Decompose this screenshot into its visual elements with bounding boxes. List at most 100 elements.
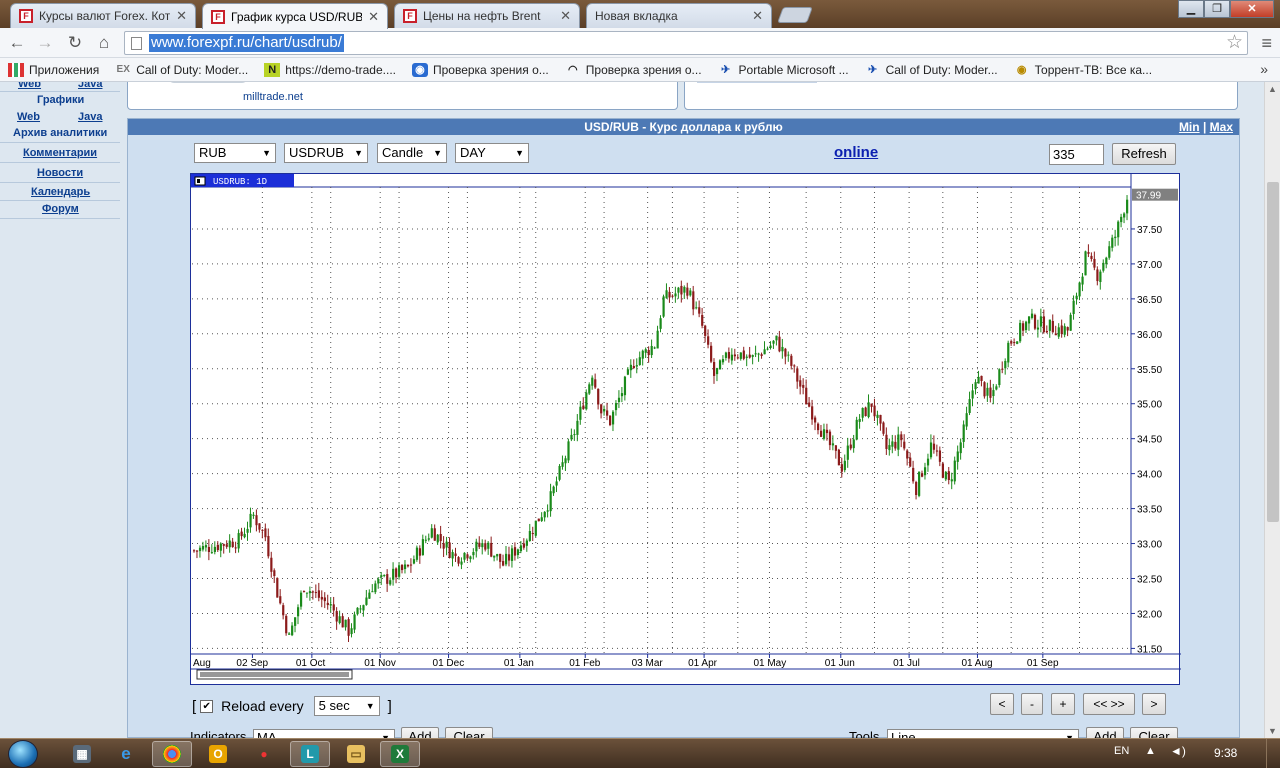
price-chart[interactable]: 37.50 37.00 36.50 36.00 35.50 35.00 34.50 34.00…	[190, 173, 1181, 685]
candle-body	[594, 379, 597, 388]
star-icon[interactable]: ☆	[1226, 32, 1243, 54]
chart-type-select[interactable]: Candle ▼	[377, 143, 447, 163]
pair-select[interactable]: USDRUB ▼	[284, 143, 368, 163]
scroll-up-icon[interactable]: ▲	[1268, 84, 1277, 94]
candle-body	[778, 336, 781, 352]
nav-web-link[interactable]: Web	[18, 82, 41, 90]
candle-body	[819, 430, 823, 437]
chevron-right-icon[interactable]: »	[1260, 61, 1268, 77]
window-close-icon[interactable]: ✕	[1230, 0, 1274, 18]
reload-interval-select[interactable]: 5 sec ▼	[313, 696, 380, 716]
add-indicator-button[interactable]: Add	[401, 727, 439, 738]
reload-icon[interactable]: ↻	[64, 32, 86, 54]
reload-checkbox[interactable]: ✔	[200, 699, 214, 713]
candle-body	[481, 543, 484, 548]
candle-count-input[interactable]: 335	[1049, 144, 1104, 165]
candle-body	[279, 596, 282, 604]
bookmark-item[interactable]: ◉ Торрент-ТВ: Все ка...	[1014, 63, 1152, 77]
lync-icon[interactable]: L	[290, 741, 330, 767]
close-icon[interactable]: ✕	[752, 8, 763, 24]
start-button[interactable]	[8, 740, 38, 768]
bookmark-item[interactable]: ◠ Проверка зрения о...	[565, 63, 702, 77]
tray-expand-icon[interactable]: ▲	[1145, 745, 1156, 757]
bookmark-item[interactable]: ✈ Portable Microsoft ...	[718, 63, 849, 77]
nav-web-link[interactable]: Web	[17, 111, 40, 123]
tab-brent-oil[interactable]: F Цены на нефть Brent ✕	[394, 3, 580, 28]
tools-select[interactable]: Line ▼	[887, 729, 1079, 738]
nav-news-link[interactable]: Новости	[37, 167, 83, 179]
scroll-right-button[interactable]: >	[1142, 693, 1166, 715]
scroll-left-button[interactable]: <	[990, 693, 1014, 715]
period-value: DAY	[460, 145, 486, 160]
candle-body	[484, 543, 487, 550]
candle-body	[704, 325, 707, 336]
candle-body	[713, 362, 716, 376]
language-indicator[interactable]: EN	[1114, 745, 1129, 757]
candle-body	[748, 354, 751, 358]
nav-archive-heading[interactable]: Архив аналитики	[13, 127, 107, 139]
close-icon[interactable]: ✕	[560, 8, 571, 24]
min-max-links: Min | Max	[1179, 119, 1233, 135]
menu-icon[interactable]: ≡	[1261, 32, 1272, 54]
clear-indicators-button[interactable]: Clear	[445, 727, 493, 738]
zoom-out-button[interactable]: -	[1021, 693, 1043, 715]
candle-body	[1063, 326, 1066, 335]
bookmark-apps[interactable]: Приложения	[8, 62, 99, 77]
scroll-down-icon[interactable]: ▼	[1268, 726, 1277, 736]
nav-calendar-link[interactable]: Календарь	[31, 186, 90, 198]
show-desktop-button[interactable]	[1266, 739, 1280, 768]
office-icon[interactable]: O	[198, 741, 238, 767]
tab-forex-quotes[interactable]: F Курсы валют Forex. Коти ✕	[10, 3, 196, 28]
maximize-icon[interactable]: ❐	[1204, 0, 1230, 18]
min-link[interactable]: Min	[1179, 120, 1200, 134]
clear-tools-button[interactable]: Clear	[1130, 727, 1178, 738]
bookmark-item[interactable]: ✈ Call of Duty: Moder...	[865, 63, 998, 77]
candle-body	[923, 467, 927, 476]
close-icon[interactable]: ✕	[368, 9, 379, 25]
x-tick-label: 01 Jul	[893, 658, 920, 669]
bookmark-item[interactable]: Nhttps://demo-trade....	[264, 62, 396, 77]
back-arrow-icon[interactable]: ←	[6, 32, 28, 54]
nav-comments-link[interactable]: Комментарии	[23, 147, 97, 159]
bookmark-item[interactable]: EX Call of Duty: Moder...	[115, 63, 249, 77]
refresh-button[interactable]: Refresh	[1112, 143, 1176, 165]
candle-body	[766, 348, 769, 350]
volume-icon[interactable]: ◄)	[1170, 744, 1186, 758]
windows-taskbar: ▦ e O ● L ▭ X EN ▲ ◄) 9:38	[0, 738, 1280, 768]
currency-select[interactable]: RUB ▼	[194, 143, 276, 163]
chrome-icon[interactable]	[152, 741, 192, 767]
tab-new-tab[interactable]: Новая вкладка ✕	[586, 3, 772, 28]
fit-all-button[interactable]: << >>	[1083, 693, 1135, 715]
address-bar[interactable]: www.forexpf.ru/chart/usdrub/ ☆	[124, 31, 1248, 55]
indicators-select[interactable]: MA ▼	[253, 729, 395, 738]
forward-arrow-icon[interactable]: →	[34, 32, 56, 54]
tab-usdrub-chart[interactable]: F График курса USD/RUB ✕	[202, 3, 388, 29]
clock[interactable]: 9:38	[1214, 746, 1237, 760]
period-select[interactable]: DAY ▼	[455, 143, 529, 163]
candle-body	[201, 546, 205, 550]
device-manager-icon[interactable]: ▦	[62, 741, 102, 767]
minimize-icon[interactable]: ▁	[1178, 0, 1204, 18]
page-scrollbar-thumb[interactable]	[1267, 182, 1279, 522]
candle-body	[1117, 221, 1120, 238]
url-text[interactable]: www.forexpf.ru/chart/usdrub/	[149, 34, 344, 52]
nav-java-link[interactable]: Java	[78, 82, 102, 90]
add-tool-button[interactable]: Add	[1086, 727, 1124, 738]
explorer-folder-icon[interactable]: ▭	[336, 741, 376, 767]
online-link[interactable]: online	[834, 144, 878, 161]
new-tab-button[interactable]	[777, 7, 813, 23]
internet-explorer-icon[interactable]: e	[106, 741, 146, 767]
nav-java-link[interactable]: Java	[78, 111, 102, 123]
chart-scrollbar-thumb[interactable]	[200, 672, 349, 677]
excel-icon[interactable]: X	[380, 741, 420, 767]
nav-forum-link[interactable]: Форум	[42, 203, 79, 215]
home-icon[interactable]: ⌂	[93, 32, 115, 54]
close-icon[interactable]: ✕	[176, 8, 187, 24]
bookmark-item[interactable]: ◉ Проверка зрения о...	[411, 62, 549, 77]
milltrade-link[interactable]: milltrade.net	[243, 91, 303, 103]
candle-body	[739, 352, 742, 359]
page-scrollbar[interactable]: ▲ ▼	[1264, 82, 1280, 738]
media-player-icon[interactable]: ●	[244, 741, 284, 767]
max-link[interactable]: Max	[1210, 120, 1233, 134]
zoom-in-button[interactable]: +	[1051, 693, 1075, 715]
